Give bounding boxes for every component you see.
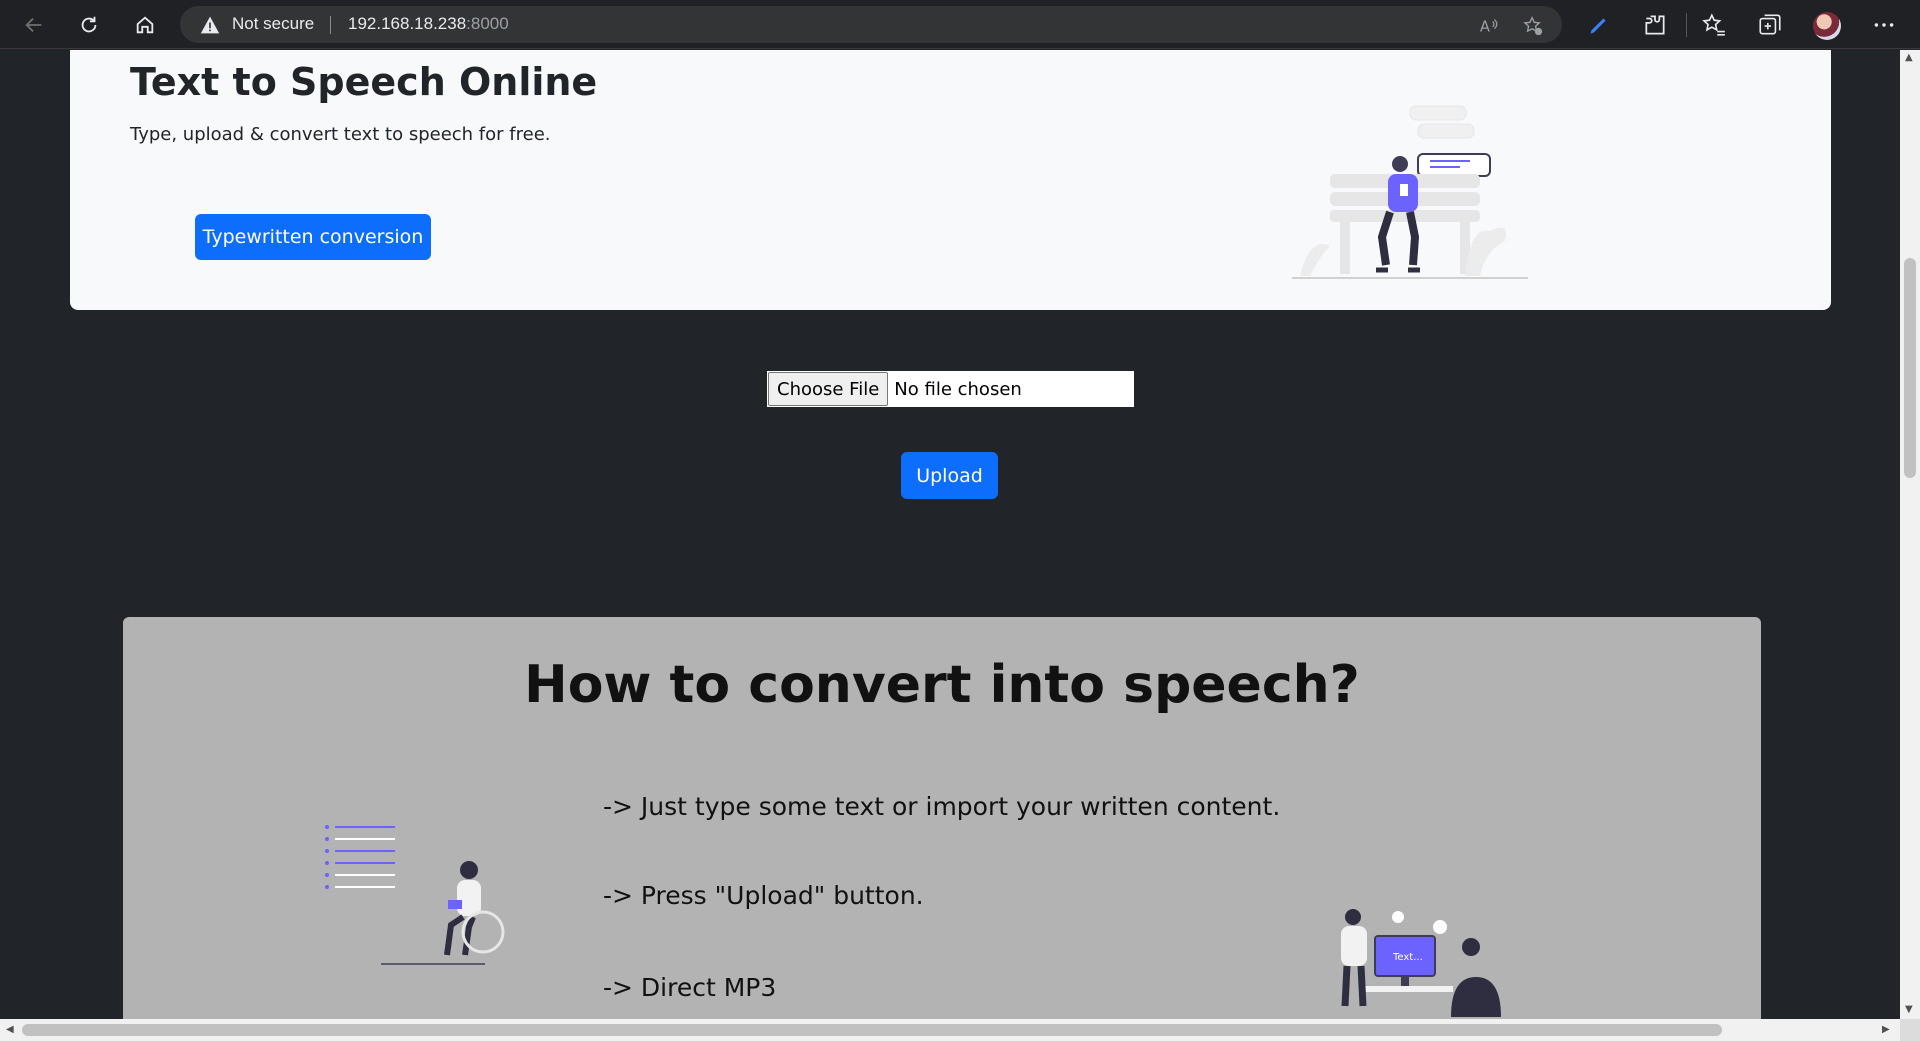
add-favorite-icon[interactable] (1522, 15, 1544, 37)
speech-bubble-icons (1409, 105, 1491, 177)
file-input[interactable]: Choose File No file chosen (767, 371, 1134, 407)
page-viewport: Text to Speech Online Type, upload & con… (0, 50, 1900, 1019)
url-text[interactable]: 192.168.18.238:8000 (348, 14, 509, 34)
scroll-down-icon[interactable]: ▼ (1905, 1004, 1913, 1015)
how-to-section: How to convert into speech? -> Just type… (123, 617, 1761, 1019)
upload-button[interactable]: Upload (901, 452, 998, 499)
how-to-title: How to convert into speech? (524, 655, 1360, 715)
svg-text:A: A (1480, 19, 1490, 36)
list-reader-illustration (325, 825, 505, 965)
step-item: -> Just type some text or import your wr… (603, 792, 1281, 821)
more-icon[interactable] (1871, 12, 1897, 38)
computer-icon: Text... (1363, 911, 1453, 992)
pen-extension-icon[interactable] (1585, 12, 1611, 38)
horizontal-scroll-thumb[interactable] (22, 1024, 1722, 1036)
list-icon (325, 825, 395, 889)
scrollbar-corner (1900, 1019, 1920, 1041)
warning-icon[interactable] (200, 15, 220, 35)
scroll-right-icon[interactable]: ▶ (1882, 1024, 1890, 1035)
scroll-left-icon[interactable]: ◀ (6, 1024, 14, 1035)
back-arrow-icon[interactable] (18, 9, 50, 41)
home-icon[interactable] (129, 9, 161, 41)
read-aloud-icon[interactable]: A (1478, 15, 1500, 37)
toolbar-divider (1686, 13, 1687, 37)
avatar[interactable] (1813, 12, 1841, 40)
horizontal-scrollbar[interactable]: ◀ ▶ (0, 1019, 1900, 1041)
scroll-up-icon[interactable]: ▲ (1905, 52, 1913, 63)
wheelchair-person-icon (381, 861, 505, 965)
step-item: -> Direct MP3 (603, 973, 777, 1002)
page-title: Text to Speech Online (130, 60, 598, 104)
typewritten-conversion-button[interactable]: Typewritten conversion (195, 214, 431, 260)
vertical-scrollbar[interactable]: ▲ ▼ (1900, 50, 1920, 1019)
refresh-icon[interactable] (73, 9, 105, 41)
address-bar[interactable]: Not secure 192.168.18.238:8000 A (180, 6, 1562, 43)
computer-team-illustration: Text... (1341, 909, 1501, 1017)
file-status-text: No file chosen (894, 378, 1022, 400)
vertical-scroll-thumb[interactable] (1904, 258, 1916, 478)
collections-icon[interactable] (1757, 12, 1783, 38)
illustration-text: Text... (1392, 952, 1423, 963)
address-divider (330, 16, 331, 34)
step-item: -> Press "Upload" button. (603, 881, 924, 910)
choose-file-button[interactable]: Choose File (768, 372, 889, 406)
page-subtitle: Type, upload & convert text to speech fo… (130, 124, 551, 145)
person-on-bench-illustration (1292, 105, 1528, 279)
puzzle-icon[interactable] (1642, 12, 1668, 38)
security-label[interactable]: Not secure (232, 14, 314, 34)
hero-section: Text to Speech Online Type, upload & con… (70, 50, 1831, 310)
browser-toolbar: Not secure 192.168.18.238:8000 A (0, 0, 1920, 49)
favorites-icon[interactable] (1701, 12, 1727, 38)
